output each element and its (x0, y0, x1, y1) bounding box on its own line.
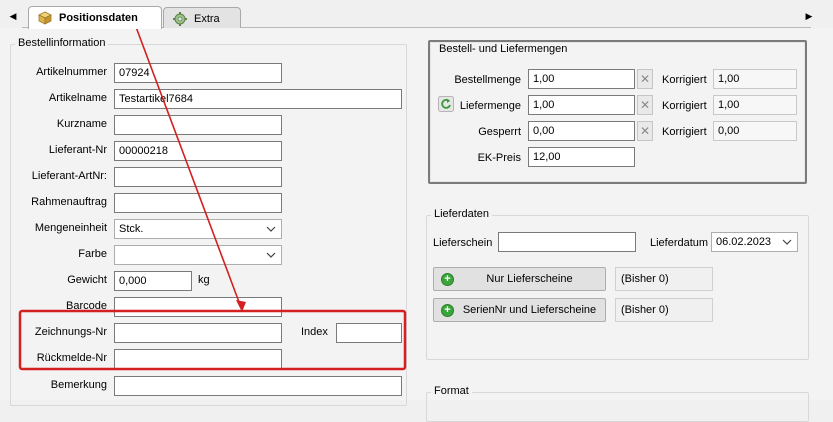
scroll-right-arrow-icon[interactable]: ▶ (804, 10, 814, 22)
zeichnungs-nr-label: Zeichnungs-Nr (34, 326, 107, 338)
lieferdatum-value: 06.02.2023 (716, 236, 772, 248)
gewicht-label: Gewicht (67, 274, 107, 286)
farbe-select[interactable] (114, 245, 282, 265)
seriennr-lieferscheine-button[interactable]: + SerienNr und Lieferscheine (433, 298, 606, 322)
artikelname-field[interactable]: Testartikel7684 (114, 89, 402, 109)
chevron-down-icon (782, 239, 792, 245)
korrigiert-label: Korrigiert (662, 74, 707, 86)
korrigiert-label: Korrigiert (662, 100, 707, 112)
tab-label: Positionsdaten (59, 12, 138, 24)
tab-positionsdaten[interactable]: Positionsdaten (28, 6, 162, 29)
add-circle-icon: + (441, 272, 454, 286)
index-label: Index (301, 326, 328, 338)
index-field[interactable] (336, 323, 402, 343)
tab-extra[interactable]: Extra (163, 7, 241, 29)
mengeneinheit-select[interactable]: Stck. (114, 219, 282, 239)
lieferdaten-title: Lieferdaten (431, 208, 493, 220)
gear-icon (173, 11, 187, 26)
tab-label: Extra (194, 12, 220, 25)
bemerkung-field[interactable] (114, 376, 402, 396)
bemerkung-label: Bemerkung (50, 379, 107, 391)
zeichnungs-nr-field[interactable] (114, 323, 282, 343)
lieferschein-label: Lieferschein (433, 237, 493, 249)
ek-preis-field[interactable]: 12,00 (528, 147, 635, 167)
lieferschein-field[interactable] (498, 232, 636, 252)
clear-bestellmenge-button[interactable]: ✕ (637, 69, 653, 89)
kurzname-field[interactable] (114, 115, 282, 135)
artikelnummer-field[interactable]: 07924 (114, 63, 282, 83)
clear-liefermenge-button[interactable]: ✕ (637, 95, 653, 115)
gesperrt-korrigiert-value: 0,00 (713, 121, 797, 141)
barcode-field[interactable] (114, 297, 282, 317)
bestellinformation-title: Bestellinformation (15, 37, 109, 49)
package-icon (38, 11, 52, 25)
lieferant-nr-field[interactable]: 00000218 (114, 141, 282, 161)
scroll-left-arrow-icon[interactable]: ◀ (8, 10, 18, 22)
mengeneinheit-value: Stck. (119, 223, 144, 235)
artikelnummer-label: Artikelnummer (36, 66, 107, 78)
rahmenauftrag-label: Rahmenauftrag (31, 196, 107, 208)
rueckmelde-nr-label: Rückmelde-Nr (36, 352, 107, 364)
farbe-label: Farbe (78, 248, 107, 260)
lieferant-artnr-label: Lieferant-ArtNr: (31, 170, 107, 182)
nur-lieferscheine-button[interactable]: + Nur Lieferscheine (433, 267, 606, 291)
artikelname-label: Artikelname (48, 92, 107, 104)
barcode-label: Barcode (66, 300, 107, 312)
kurzname-label: Kurzname (56, 118, 107, 130)
format-title: Format (431, 385, 472, 397)
seriennr-lieferscheine-count: (Bisher 0) (615, 298, 713, 322)
nur-lieferscheine-count: (Bisher 0) (615, 267, 713, 291)
liefermenge-korrigiert-value: 1,00 (713, 95, 797, 115)
lieferant-artnr-field[interactable] (114, 167, 282, 187)
bestellmenge-label: Bestellmenge (454, 74, 521, 86)
format-group (426, 392, 809, 422)
chevron-down-icon (266, 226, 276, 232)
add-circle-icon: + (441, 303, 454, 317)
chevron-down-icon (266, 252, 276, 258)
mengen-title: Bestell- und Liefermengen (436, 43, 571, 55)
refresh-liefermenge-icon[interactable] (438, 96, 454, 112)
gewicht-unit: kg (198, 274, 210, 286)
gesperrt-field[interactable]: 0,00 (528, 121, 635, 141)
korrigiert-label: Korrigiert (662, 126, 707, 138)
gesperrt-label: Gesperrt (478, 126, 521, 138)
bestellmenge-korrigiert-value: 1,00 (713, 69, 797, 89)
liefermenge-field[interactable]: 1,00 (528, 95, 635, 115)
bestellmenge-field[interactable]: 1,00 (528, 69, 635, 89)
lieferdatum-picker[interactable]: 06.02.2023 (711, 232, 798, 252)
button-label: Nur Lieferscheine (486, 273, 573, 285)
button-label: SerienNr und Lieferscheine (462, 304, 597, 316)
clear-gesperrt-button[interactable]: ✕ (637, 121, 653, 141)
lieferdatum-label: Lieferdatum (650, 237, 709, 249)
gewicht-field[interactable]: 0,000 (114, 271, 192, 291)
liefermenge-label: Liefermenge (459, 100, 521, 112)
mengeneinheit-label: Mengeneinheit (34, 222, 107, 234)
rahmenauftrag-field[interactable] (114, 193, 282, 213)
lieferant-nr-label: Lieferant-Nr (48, 144, 107, 156)
rueckmelde-nr-field[interactable] (114, 349, 282, 369)
ek-preis-label: EK-Preis (477, 152, 521, 164)
